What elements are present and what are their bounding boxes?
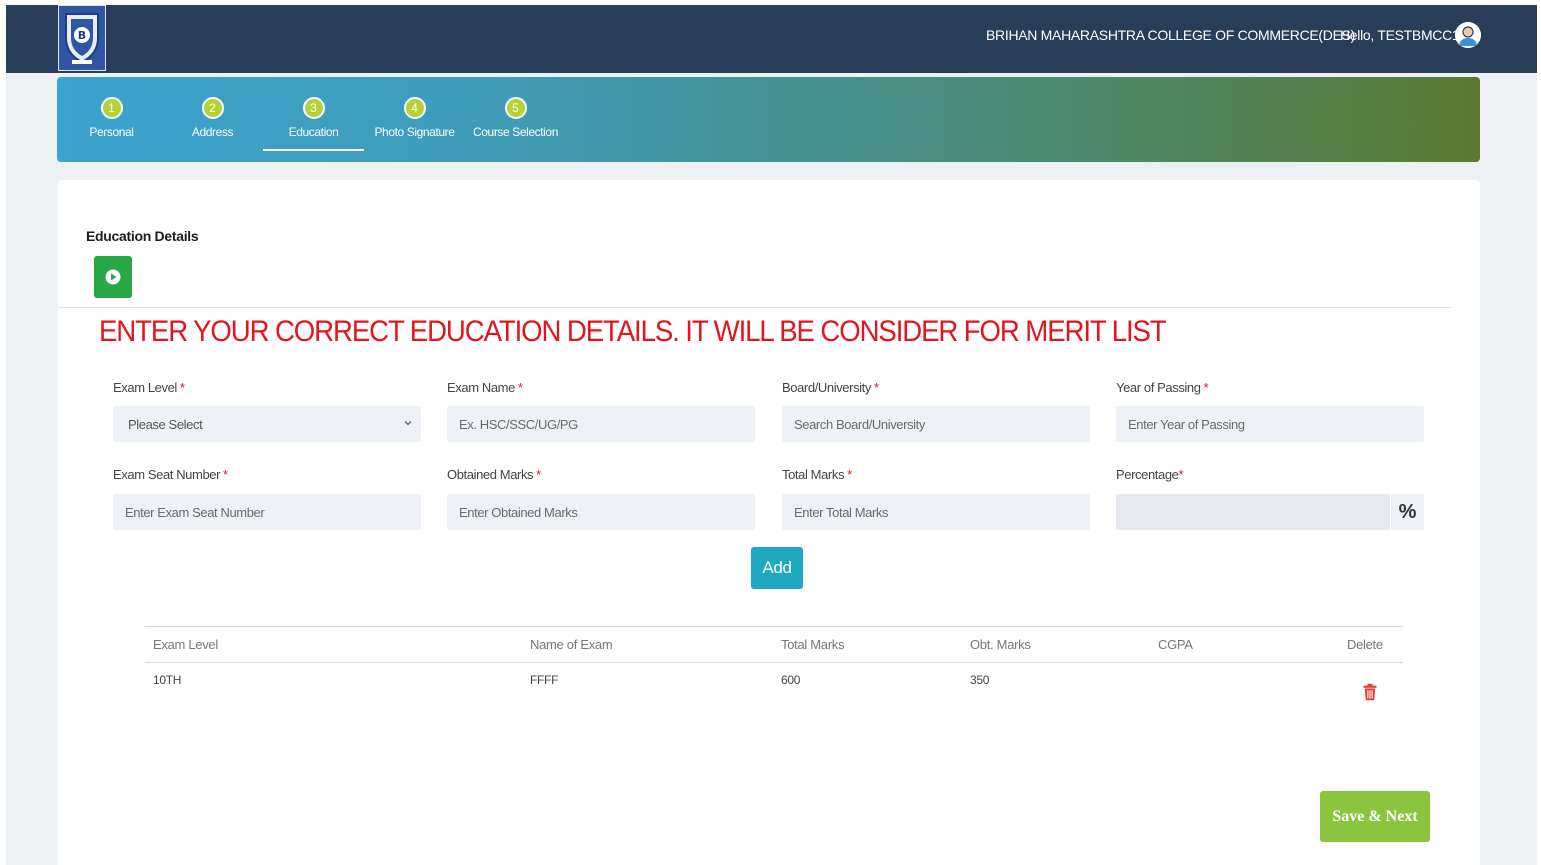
seat-number-label: Exam Seat Number * [113,467,228,482]
user-greeting[interactable]: Hello, TESTBMCC1 [1340,27,1460,43]
step-number: 2 [201,97,224,119]
delete-row-button[interactable] [1363,683,1377,706]
board-label: Board/University * [782,380,879,395]
table-header: Exam Level Name of Exam Total Marks Obt.… [145,626,1403,663]
year-label: Year of Passing * [1116,380,1209,395]
step-number: 4 [403,97,426,119]
total-marks-label: Total Marks * [782,467,852,482]
exam-level-select[interactable]: Please Select [113,406,421,442]
step-address[interactable]: 2 Address [162,97,263,139]
cell-total-marks: 600 [781,673,801,687]
step-number: 3 [302,97,325,119]
education-card: Education Details ENTER YOUR CORRECT EDU… [58,180,1480,865]
play-icon [105,269,121,285]
col-name-of-exam: Name of Exam [530,637,613,652]
percentage-input [1116,494,1390,530]
save-next-button[interactable]: Save & Next [1320,791,1430,842]
step-label: Course Selection [473,125,558,139]
step-number: 1 [100,97,123,119]
section-title: Education Details [86,228,199,244]
exam-seat-number-input[interactable]: Enter Exam Seat Number [113,494,421,530]
percentage-label: Percentage* [1116,467,1184,482]
step-label: Address [191,125,234,139]
step-personal[interactable]: 1 Personal [61,97,162,139]
exam-level-value: Please Select [128,416,203,432]
cell-exam-name: FFFF [530,673,559,687]
step-number: 5 [504,97,527,119]
percent-addon: % [1390,494,1424,530]
cell-obt-marks: 350 [970,673,990,687]
page: B BRIHAN MAHARASHTRA COLLEGE OF COMMERCE… [0,0,1541,865]
svg-text:B: B [78,29,86,42]
obtained-marks-input[interactable]: Enter Obtained Marks [447,494,755,530]
step-education[interactable]: 3 Education [263,97,364,151]
registration-stepper: 1 Personal 2 Address 3 Education 4 Photo… [57,77,1480,162]
total-marks-input[interactable]: Enter Total Marks [782,494,1090,530]
year-of-passing-input[interactable]: Enter Year of Passing [1116,406,1424,442]
education-table: Exam Level Name of Exam Total Marks Obt.… [145,626,1403,711]
merit-notice: ENTER YOUR CORRECT EDUCATION DETAILS. IT… [99,315,1167,348]
step-label: Personal [89,125,134,139]
exam-name-input[interactable]: Ex. HSC/SSC/UG/PG [447,406,755,442]
divider [58,307,1451,308]
exam-level-label: Exam Level * [113,380,185,395]
step-label: Photo Signature [374,125,455,139]
step-photo-signature[interactable]: 4 Photo Signature [364,97,465,139]
top-bar: B BRIHAN MAHARASHTRA COLLEGE OF COMMERCE… [6,5,1537,73]
college-name: BRIHAN MAHARASHTRA COLLEGE OF COMMERCE(D… [986,27,1356,43]
exam-name-label: Exam Name * [447,380,523,395]
play-video-button[interactable] [94,256,132,298]
col-delete: Delete [1347,637,1383,652]
col-cgpa: CGPA [1158,637,1193,652]
trash-icon [1363,683,1377,701]
app-shell: B BRIHAN MAHARASHTRA COLLEGE OF COMMERCE… [6,5,1537,865]
college-crest-logo[interactable]: B [58,5,106,71]
col-exam-level: Exam Level [153,637,218,652]
col-total-marks: Total Marks [781,637,845,652]
step-course-selection[interactable]: 5 Course Selection [465,97,566,139]
add-education-button[interactable]: Add [751,547,803,589]
board-search-input[interactable]: Search Board/University [782,406,1090,442]
obtained-marks-label: Obtained Marks * [447,467,541,482]
chevron-down-icon [404,421,412,426]
col-obt-marks: Obt. Marks [970,637,1031,652]
cell-exam-level: 10TH [153,673,182,687]
table-row: 10TH FFFF 600 350 [145,663,1403,711]
step-label: Education [288,125,339,139]
user-avatar-icon[interactable] [1455,22,1481,48]
